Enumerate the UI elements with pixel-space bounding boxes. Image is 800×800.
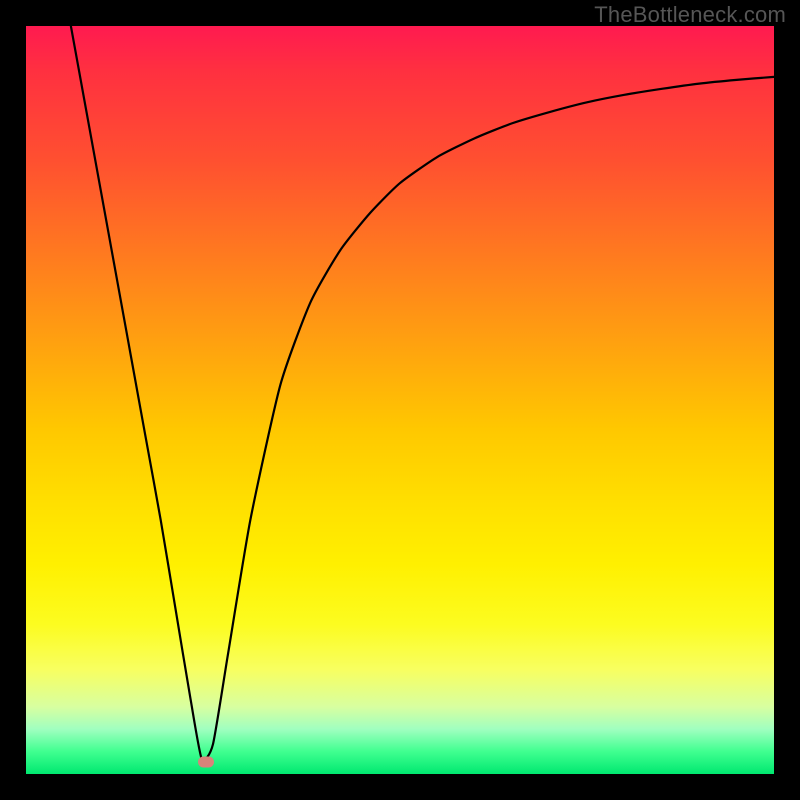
chart-frame [26,26,774,774]
highlight-marker [198,757,214,768]
watermark-text: TheBottleneck.com [594,2,786,28]
chart-curve [26,26,774,774]
